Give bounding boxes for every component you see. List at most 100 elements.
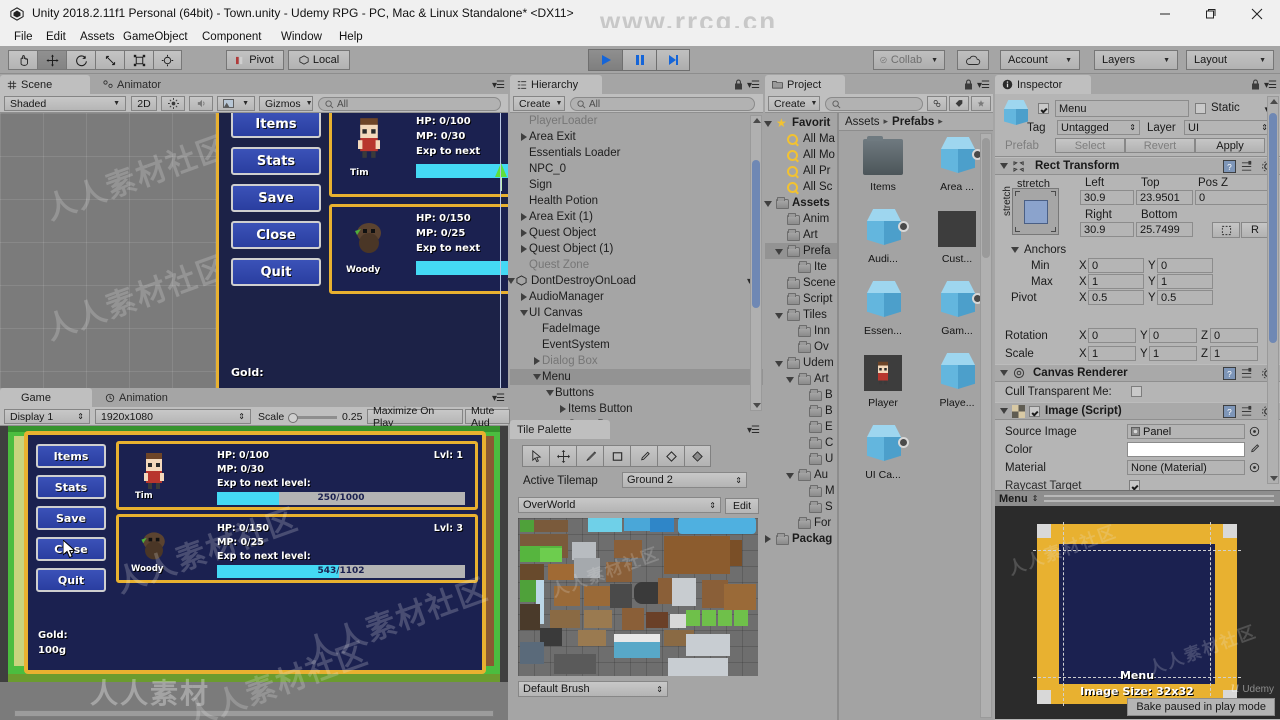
palette-dropdown[interactable]: OverWorld ⇕ xyxy=(518,497,721,513)
inspector-scrollbar[interactable] xyxy=(1267,96,1279,484)
hierarchy-item[interactable]: Quest Object xyxy=(510,225,763,241)
minimize-button[interactable] xyxy=(1142,0,1188,28)
scale-tool-button[interactable] xyxy=(95,50,124,70)
close-button[interactable] xyxy=(1234,0,1280,28)
color-swatch[interactable] xyxy=(1127,442,1245,457)
rect-transform-foldout-icon[interactable] xyxy=(1000,163,1008,169)
resolution-dropdown[interactable]: 1920x1080 ⇕ xyxy=(95,409,251,424)
project-tree-item[interactable]: S xyxy=(765,499,845,515)
2d-toggle-button[interactable]: 2D xyxy=(131,96,157,111)
inspector-panel-menu-icon[interactable]: ▾☰ xyxy=(1264,80,1277,91)
canvas-renderer-header[interactable]: Canvas Renderer ? xyxy=(995,364,1280,382)
tile-picker-tool-button[interactable] xyxy=(630,445,657,467)
chevron-right-icon[interactable] xyxy=(521,213,527,221)
project-tree-item[interactable]: C xyxy=(765,435,845,451)
hierarchy-scroll-thumb[interactable] xyxy=(752,160,760,308)
preset-icon[interactable] xyxy=(1241,405,1254,418)
blueprint-mode-button[interactable] xyxy=(1212,222,1240,238)
tile-fill-tool-button[interactable] xyxy=(684,445,711,467)
project-tree-item[interactable]: ★ Favorit xyxy=(764,115,845,131)
anchor-max-y-field[interactable]: 1 xyxy=(1157,274,1213,289)
menu-window[interactable]: Window xyxy=(275,30,328,45)
project-search-input[interactable] xyxy=(825,97,923,111)
rotate-tool-button[interactable] xyxy=(66,50,95,70)
hierarchy-search-input[interactable]: All xyxy=(570,97,755,111)
tile-palette-grid[interactable]: 人人素材社区 xyxy=(518,518,758,676)
project-lock-icon[interactable] xyxy=(964,79,973,90)
project-panel-menu-icon[interactable]: ▾☰ xyxy=(977,80,990,91)
chevron-down-icon[interactable] xyxy=(520,310,528,316)
hierarchy-item[interactable]: Quest Zone xyxy=(510,257,763,273)
hierarchy-item[interactable]: NPC_0 xyxy=(510,161,763,177)
tab-inspector[interactable]: Inspector xyxy=(995,75,1091,94)
tab-game[interactable]: Game xyxy=(0,388,92,407)
tab-animation[interactable]: Animation xyxy=(98,388,200,407)
hierarchy-item[interactable]: Items Button xyxy=(510,401,763,417)
object-picker-icon[interactable] xyxy=(1249,426,1260,437)
chevron-down-icon[interactable] xyxy=(764,121,772,127)
local-space-button[interactable]: Local xyxy=(288,50,350,70)
cull-transparent-checkbox[interactable] xyxy=(1131,386,1142,397)
image-script-foldout-icon[interactable] xyxy=(1000,408,1008,414)
chevron-down-icon[interactable] xyxy=(786,473,794,479)
scl-y-field[interactable]: 1 xyxy=(1149,346,1197,361)
hierarchy-scrollbar[interactable] xyxy=(750,115,762,411)
project-filter-type-button[interactable] xyxy=(927,96,947,111)
layout-button[interactable]: Layout ▼ xyxy=(1186,50,1274,70)
rect-tool-button[interactable] xyxy=(124,50,153,70)
rect-transform-header[interactable]: Rect Transform ? xyxy=(995,157,1280,175)
scene-panel-menu-icon[interactable]: ▾☰ xyxy=(492,80,505,91)
prefab-select-button[interactable]: Select xyxy=(1055,138,1125,153)
brush-dropdown[interactable]: Default Brush ⇕ xyxy=(518,681,668,697)
scl-z-field[interactable]: 1 xyxy=(1210,346,1258,361)
help-icon[interactable]: ? xyxy=(1223,404,1236,418)
palette-edit-button[interactable]: Edit xyxy=(725,498,759,514)
maximize-on-play-button[interactable]: Maximize On Play xyxy=(367,405,463,429)
hierarchy-panel-menu-icon[interactable]: ▾☰ xyxy=(747,80,760,91)
project-create-button[interactable]: Create ▼ xyxy=(768,96,820,111)
anchor-preset-button[interactable] xyxy=(1012,188,1059,235)
project-tree-item[interactable]: Ite xyxy=(765,259,845,275)
preset-icon[interactable] xyxy=(1241,367,1254,380)
chevron-right-icon[interactable] xyxy=(521,245,527,253)
pivot-toggle-button[interactable]: Pivot xyxy=(226,50,284,70)
hierarchy-item[interactable]: Sign xyxy=(510,177,763,193)
project-tree-item[interactable]: Au xyxy=(765,467,845,483)
project-tree-item[interactable]: Art xyxy=(765,371,845,387)
maximize-button[interactable] xyxy=(1188,0,1234,28)
hierarchy-item[interactable]: Dialog Box xyxy=(510,353,763,369)
hierarchy-item[interactable]: UI Canvas xyxy=(510,305,763,321)
anchor-max-x-field[interactable]: 1 xyxy=(1088,274,1144,289)
eyedropper-icon[interactable] xyxy=(1248,443,1260,455)
object-picker-icon[interactable] xyxy=(1249,462,1260,473)
breadcrumb-prefabs[interactable]: Prefabs xyxy=(892,116,934,128)
help-icon[interactable]: ? xyxy=(1223,366,1236,380)
pivot-y-field[interactable]: 0.5 xyxy=(1157,290,1213,305)
preview-header[interactable]: Menu ⇕ xyxy=(995,490,1280,506)
tile-move-tool-button[interactable] xyxy=(549,445,576,467)
project-tree-item[interactable]: All Sc xyxy=(765,179,845,195)
tab-tile-palette[interactable]: Tile Palette xyxy=(510,420,610,439)
anchor-min-y-field[interactable]: 0 xyxy=(1157,258,1213,273)
asset-item[interactable]: Essen... xyxy=(851,281,915,347)
preset-icon[interactable] xyxy=(1241,160,1254,173)
project-tree-item[interactable]: Udem xyxy=(765,355,845,371)
right-field[interactable]: 30.9 xyxy=(1080,222,1134,237)
shading-mode-dropdown[interactable]: Shaded ▼ xyxy=(4,96,126,111)
display-dropdown[interactable]: Display 1 ⇕ xyxy=(4,409,90,424)
chevron-down-icon[interactable] xyxy=(775,361,783,367)
project-tree-item[interactable]: All Ma xyxy=(765,131,845,147)
project-tree-item[interactable]: B xyxy=(765,403,845,419)
project-favorite-button[interactable] xyxy=(971,96,991,111)
mute-audio-button[interactable]: Mute Aud xyxy=(465,405,510,429)
active-tilemap-dropdown[interactable]: Ground 2 ⇕ xyxy=(622,472,747,488)
scroll-down-arrow-icon[interactable] xyxy=(753,403,761,408)
chevron-down-icon[interactable] xyxy=(533,374,541,380)
image-script-header[interactable]: Image (Script) ? xyxy=(995,402,1280,420)
hierarchy-item[interactable]: DontDestroyOnLoad▾☰ xyxy=(507,273,763,289)
audio-toggle-button[interactable] xyxy=(189,96,213,111)
collab-button[interactable]: Collab ▼ xyxy=(873,50,945,70)
chevron-down-icon[interactable] xyxy=(764,201,772,207)
transform-tool-button[interactable] xyxy=(153,50,182,70)
lighting-toggle-button[interactable] xyxy=(161,96,185,111)
